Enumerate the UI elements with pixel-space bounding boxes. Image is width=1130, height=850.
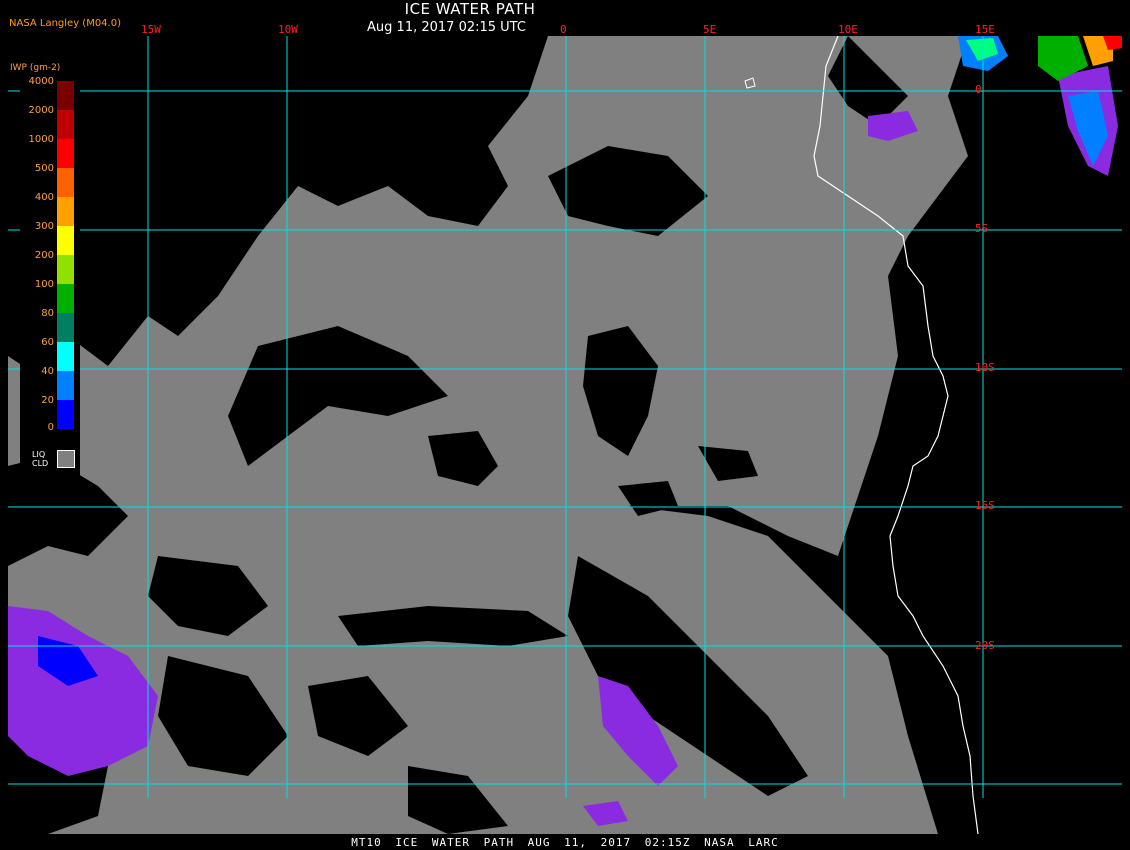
legend-tick: 80 <box>41 308 54 319</box>
legend-title: IWP (gm-2) <box>10 63 61 73</box>
legend-tick: 2000 <box>28 105 54 116</box>
lon-label-5e: 5E <box>703 23 717 36</box>
legend-tick: 300 <box>34 221 54 232</box>
color-legend: IWP (gm-2) 4000 2000 1000 500 400 300 20… <box>10 56 80 484</box>
legend-tick: 40 <box>41 366 54 377</box>
legend-tick: 20 <box>41 395 54 406</box>
legend-swatch <box>57 313 74 342</box>
lon-label-15w: 15W <box>141 23 161 36</box>
legend-swatch <box>57 284 74 313</box>
legend-tick: 200 <box>34 250 54 261</box>
lon-label-15e: 15E <box>975 23 995 36</box>
legend-tick: 400 <box>34 192 54 203</box>
lat-label-5s: 5S <box>975 222 989 235</box>
lat-label-15s: 15S <box>975 499 995 512</box>
product-title: ICE WATER PATH <box>404 0 536 18</box>
legend-tick: 100 <box>34 279 54 290</box>
lat-label-10s: 10S <box>975 361 995 374</box>
credit-label: NASA Langley (M04.0) <box>9 18 121 29</box>
legend-swatch <box>57 255 74 284</box>
timestamp-subtitle: Aug 11, 2017 02:15 UTC <box>367 20 526 35</box>
liquid-cloud-label: LIQ CLD <box>32 450 49 468</box>
satellite-map <box>8 36 1122 834</box>
lat-label-0: 0 <box>975 83 982 96</box>
legend-swatch <box>57 168 74 197</box>
legend-swatch <box>57 139 74 168</box>
legend-swatch <box>57 371 74 400</box>
clear-sky-areas <box>8 36 1122 834</box>
island-outline <box>744 77 756 89</box>
legend-swatch <box>57 81 74 110</box>
legend-tick: 500 <box>34 163 54 174</box>
legend-swatch <box>57 197 74 226</box>
lon-label-0: 0 <box>560 23 567 36</box>
legend-swatch <box>57 110 74 139</box>
footer-caption: MT10 ICE WATER PATH AUG 11, 2017 02:15Z … <box>351 836 779 849</box>
map-layer <box>8 36 1122 834</box>
legend-swatch <box>57 226 74 255</box>
liquid-cloud-swatch <box>57 450 75 468</box>
lat-label-20s: 20S <box>975 639 995 652</box>
legend-swatch <box>57 400 74 429</box>
legend-tick: 60 <box>41 337 54 348</box>
lon-label-10e: 10E <box>838 23 858 36</box>
lon-label-10w: 10W <box>278 23 298 36</box>
legend-tick: 4000 <box>28 76 54 87</box>
legend-tick: 0 <box>47 422 54 433</box>
legend-swatch <box>57 342 74 371</box>
legend-tick: 1000 <box>28 134 54 145</box>
